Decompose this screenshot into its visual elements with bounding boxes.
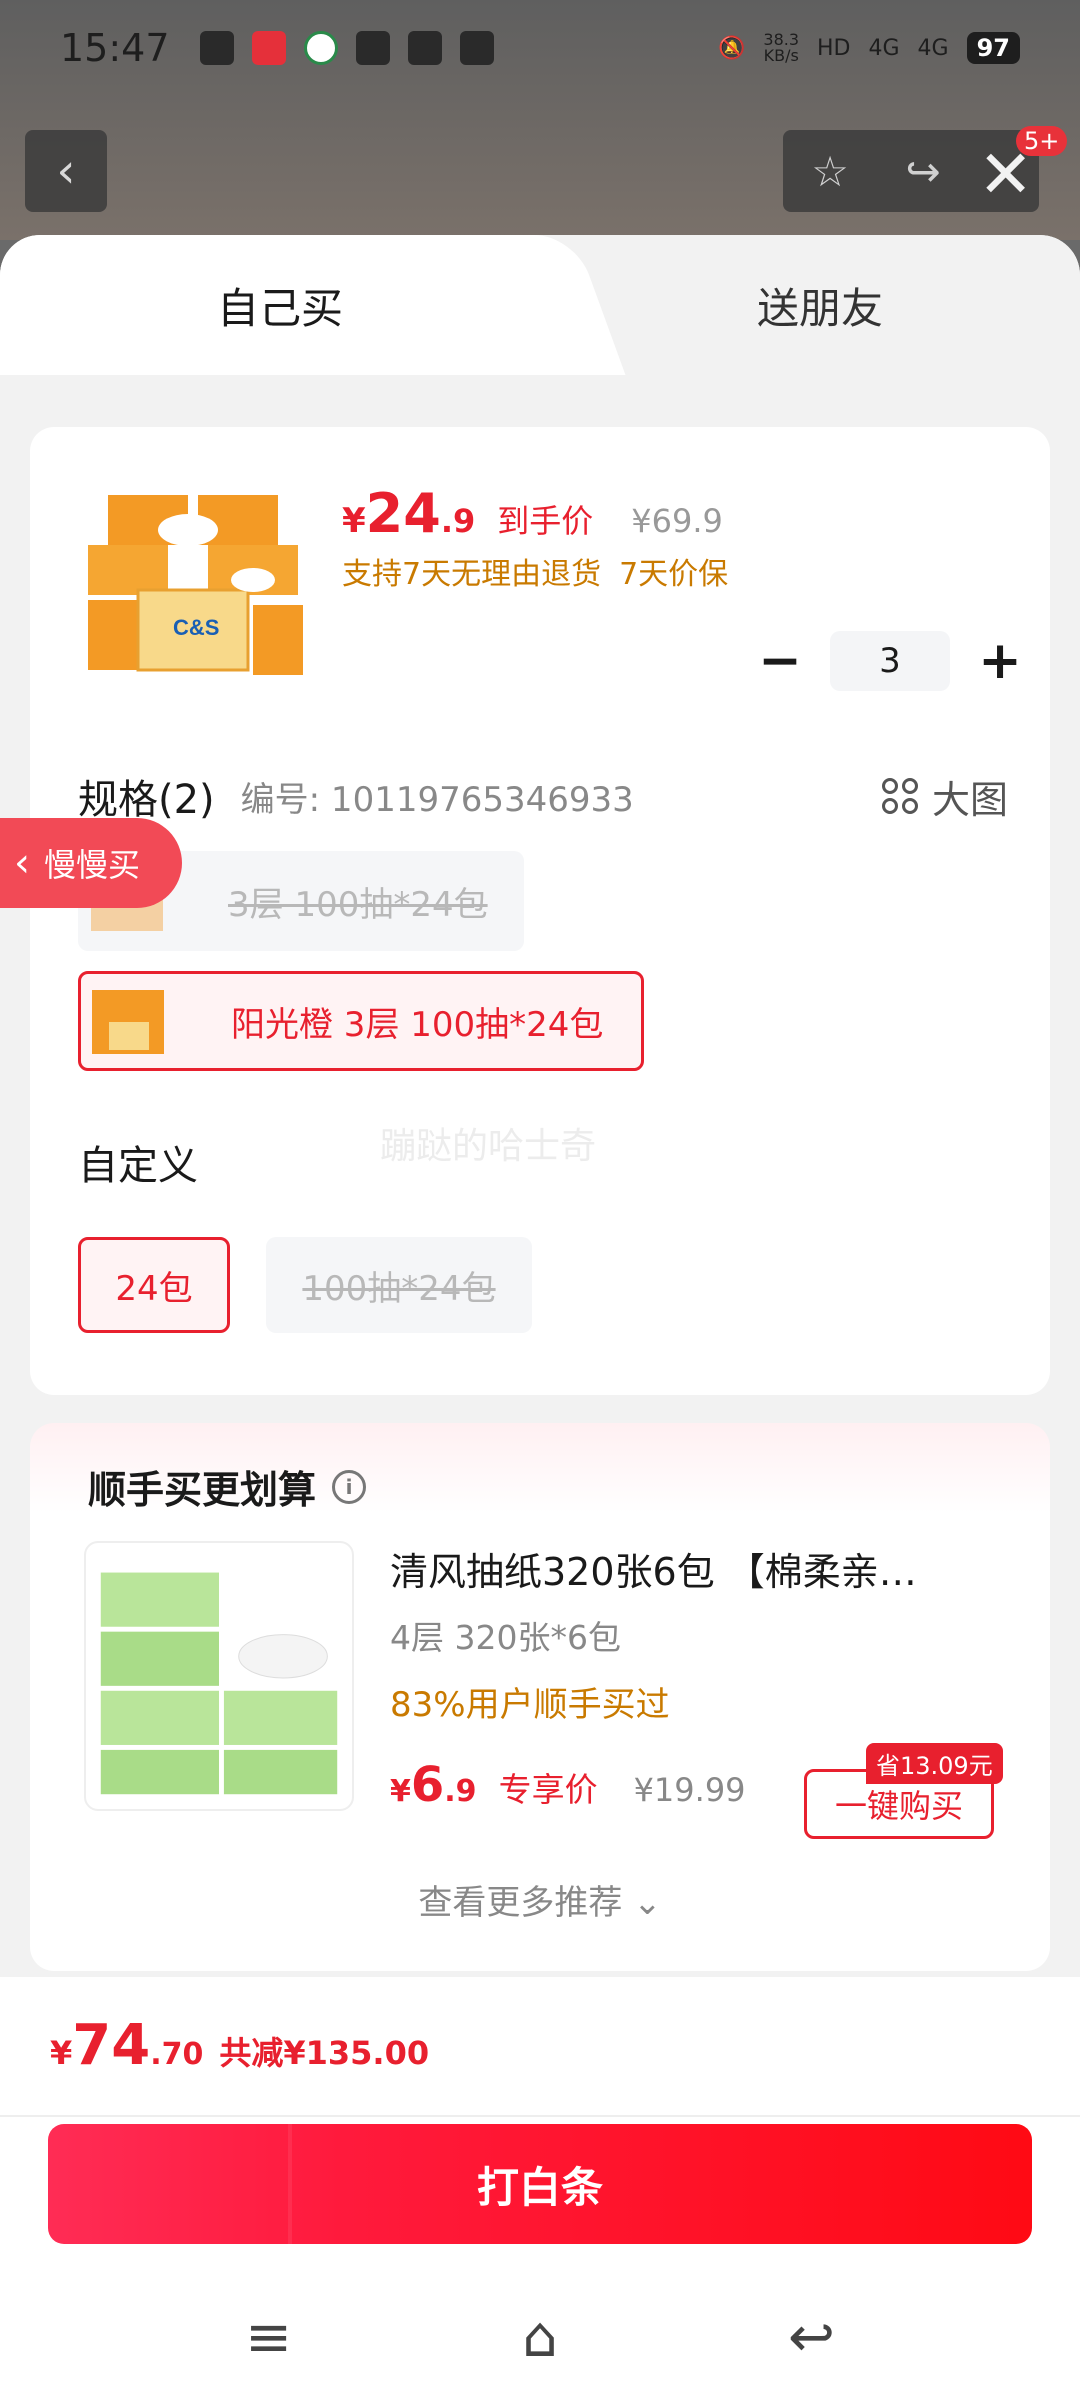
net-speed: 38.3 KB/s (763, 30, 800, 65)
recommended-product-price: ¥ 6 .9 专享价 ¥19.99 (390, 1757, 746, 1813)
hd-icon: HD (817, 35, 851, 61)
custom-option-selected[interactable]: 24包 (78, 1237, 230, 1333)
custom-title: 自定义 (78, 1143, 198, 1189)
status-indicators: 🔕 38.3 KB/s HD 4G 4G 97 (718, 32, 1020, 64)
pay-button[interactable]: 打白条 (48, 2124, 1032, 2244)
recommendation-card: 顺手买更划算 i 清风抽纸320张6包 【棉柔亲… 4层 320张*6包 83%… (30, 1423, 1050, 1971)
signal-icon: 4G (868, 35, 900, 61)
app-notification-icon (355, 31, 390, 65)
grid-icon (881, 778, 918, 814)
status-notification-icons (199, 31, 494, 65)
recommended-product-spec: 4层 320张*6包 (390, 1618, 621, 1657)
spec-title: 规格(2) (78, 777, 215, 823)
battery-icon: 97 (966, 32, 1020, 64)
service-guarantee: 支持7天无理由退货 7天价保 (342, 557, 729, 592)
see-more-link[interactable]: 查看更多推荐 ⌄ (30, 1875, 1050, 1924)
product-card: C&S ¥ 24 .9 到手价 ¥69.9 支持7天无理由退货 7天价保 − 3 … (30, 427, 1050, 1395)
quantity-stepper: − 3 + (750, 631, 1030, 691)
status-bar: 15:47 🔕 38.3 KB/s HD 4G 4G 97 (0, 0, 1080, 96)
custom-option-disabled[interactable]: 100抽*24包 (266, 1237, 532, 1333)
system-nav-bar: ≡ ⌂ ↩ (0, 2277, 1080, 2397)
original-price: ¥69.9 (631, 502, 723, 540)
product-price: ¥ 24 .9 到手价 ¥69.9 (342, 482, 723, 545)
product-code: 编号: 10119765346933 (240, 779, 634, 820)
recommended-product-thumbnail[interactable] (84, 1541, 354, 1811)
recommendation-title: 顺手买更划算 i (88, 1459, 367, 1514)
chevron-left-icon: ‹ (56, 143, 76, 199)
quantity-input[interactable]: 3 (830, 631, 950, 691)
status-time: 15:47 (60, 26, 170, 70)
xiaohongshu-icon (251, 31, 286, 65)
slow-buy-tab[interactable]: ‹ 慢慢买 (0, 818, 182, 908)
tab-self-buy[interactable]: 自己买 (0, 235, 560, 375)
purchase-sheet: 自己买 送朋友 C&S ¥ 24 .9 到手价 ¥69.9 支持7天无理由退货 7… (0, 235, 1080, 2404)
option-thumbnail (92, 990, 164, 1054)
price-tag: 到手价 (497, 502, 594, 540)
app-notification-icon (199, 31, 234, 65)
home-icon[interactable]: ⌂ (522, 2305, 558, 2370)
info-icon[interactable]: i (332, 1469, 367, 1504)
svg-text:C&S: C&S (173, 615, 219, 640)
divider (0, 2115, 1080, 2117)
telegram-icon (407, 31, 442, 65)
share-icon[interactable]: ↪ (906, 147, 941, 196)
watermark: 蹦跶的哈士奇 (380, 1126, 597, 1167)
product-thumbnail: C&S (88, 495, 303, 675)
back-icon[interactable]: ↩ (788, 2305, 835, 2370)
decrease-button[interactable]: − (750, 631, 810, 691)
chevron-left-icon: ‹ (14, 840, 30, 886)
spec-option-selected[interactable]: 阳光橙 3层 100抽*24包 (78, 971, 644, 1071)
recommended-product-name[interactable]: 清风抽纸320张6包 【棉柔亲… (390, 1541, 990, 1596)
back-button[interactable]: ‹ (25, 130, 107, 212)
increase-button[interactable]: + (970, 631, 1030, 691)
cloud-icon (459, 31, 494, 65)
close-icon[interactable]: ✕ (978, 136, 1033, 213)
spec-header: 规格(2) 编号: 10119765346933 大图 (78, 767, 1008, 825)
star-icon[interactable]: ☆ (811, 147, 849, 196)
total-discount: 共减¥135.00 (219, 2034, 430, 2072)
mute-icon: 🔕 (717, 35, 746, 61)
big-picture-button[interactable]: 大图 (881, 769, 1008, 824)
save-badge: 省13.09元 (866, 1743, 1003, 1784)
signal-icon: 4G (917, 35, 949, 61)
social-proof: 83%用户顺手买过 (390, 1685, 670, 1725)
purchase-tabs: 自己买 送朋友 (0, 235, 1080, 375)
total-price: ¥ 74 .70 共减¥135.00 (50, 2013, 430, 2078)
checkout-bar: ¥ 74 .70 共减¥135.00 打白条 ≡ ⌂ ↩ (0, 1977, 1080, 2404)
menu-icon[interactable]: ≡ (245, 2305, 292, 2370)
tab-gift[interactable]: 送朋友 (560, 235, 1080, 375)
app-notification-icon (303, 31, 338, 65)
